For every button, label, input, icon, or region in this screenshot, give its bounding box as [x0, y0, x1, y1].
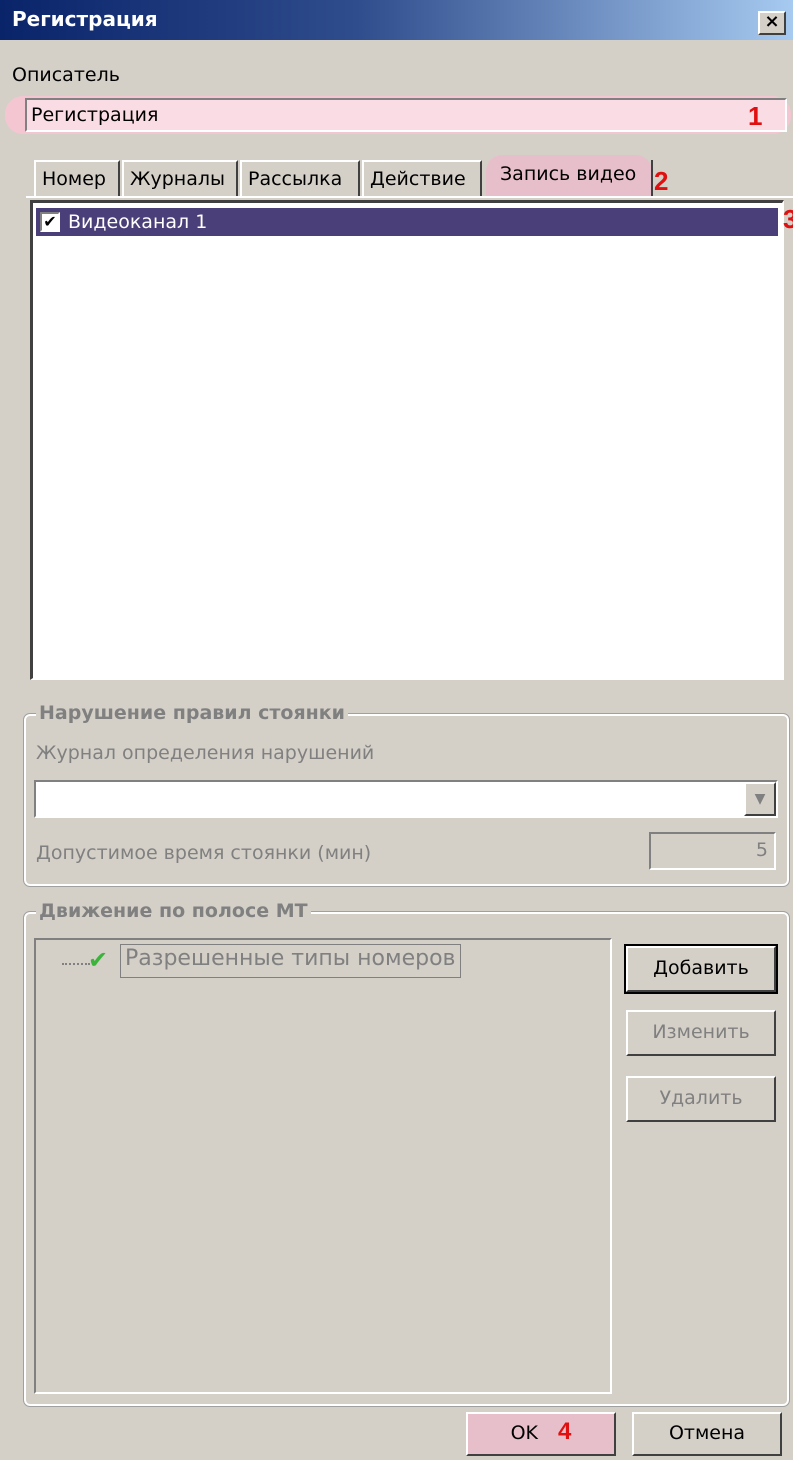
- chevron-down-icon: ▼: [754, 791, 766, 807]
- annotation-marker-2: 2: [654, 166, 669, 196]
- cancel-button[interactable]: Отмена: [632, 1412, 782, 1456]
- checkmark-icon: ✔: [43, 212, 57, 231]
- time-label: Допустимое время стоянки (мин): [36, 842, 372, 864]
- journal-label: Журнал определения нарушений: [36, 742, 375, 764]
- tab-deystvie[interactable]: Действие: [362, 160, 482, 196]
- tab-label: Рассылка: [248, 168, 343, 190]
- video-channel-list[interactable]: ✔ Видеоканал 1: [30, 200, 784, 680]
- ok-button[interactable]: OK 4: [466, 1412, 616, 1456]
- add-button[interactable]: Добавить: [624, 944, 778, 994]
- cancel-button-label: Отмена: [668, 1422, 746, 1444]
- tab-nomer[interactable]: Номер: [34, 160, 120, 196]
- journal-select[interactable]: ▼: [34, 780, 778, 818]
- time-value: 5: [755, 839, 768, 861]
- parking-violation-title: Нарушение правил стоянки: [36, 702, 348, 724]
- dropdown-button[interactable]: ▼: [744, 782, 776, 816]
- tab-zhurnaly[interactable]: Журналы: [122, 160, 238, 196]
- close-icon: ×: [764, 11, 780, 32]
- tree-item[interactable]: Разрешенные типы номеров: [120, 944, 461, 978]
- annotation-marker-1: 1: [748, 101, 763, 131]
- tab-label: Номер: [42, 168, 106, 190]
- tab-label: Запись видео: [500, 163, 637, 185]
- time-input[interactable]: 5: [649, 832, 776, 870]
- delete-button[interactable]: Удалить: [626, 1076, 776, 1122]
- delete-button-label: Удалить: [659, 1087, 743, 1109]
- tab-panel-top-edge: [26, 196, 793, 198]
- descriptor-value: Регистрация: [31, 104, 159, 126]
- tab-edge: [651, 160, 653, 196]
- annotation-marker-4: 4: [558, 1418, 572, 1445]
- tab-label: Журналы: [130, 168, 225, 190]
- ok-button-label: OK: [510, 1422, 538, 1444]
- list-item[interactable]: ✔ Видеоканал 1: [36, 208, 778, 236]
- add-button-label: Добавить: [653, 957, 749, 979]
- window-title: Регистрация: [12, 7, 158, 31]
- close-button[interactable]: ×: [758, 11, 786, 35]
- descriptor-input[interactable]: Регистрация: [25, 98, 787, 132]
- tab-zapis-video[interactable]: Запись видео: [486, 155, 652, 197]
- tree-item-label: Разрешенные типы номеров: [125, 946, 456, 971]
- title-bar: Регистрация ×: [0, 0, 793, 40]
- tab-label: Действие: [370, 168, 466, 190]
- edit-button[interactable]: Изменить: [626, 1010, 776, 1056]
- tab-rassylka[interactable]: Рассылка: [240, 160, 360, 196]
- check-icon: ✔: [88, 946, 109, 974]
- tree-connector: [62, 963, 90, 965]
- descriptor-label: Описатель: [12, 64, 120, 86]
- number-types-tree[interactable]: ✔ Разрешенные типы номеров: [34, 938, 612, 1394]
- mt-lane-title: Движение по полосе МТ: [36, 900, 311, 922]
- edit-button-label: Изменить: [652, 1021, 750, 1043]
- annotation-marker-3: 3: [783, 206, 793, 232]
- video-channel-checkbox[interactable]: ✔: [40, 212, 60, 232]
- video-channel-label: Видеоканал 1: [68, 211, 208, 233]
